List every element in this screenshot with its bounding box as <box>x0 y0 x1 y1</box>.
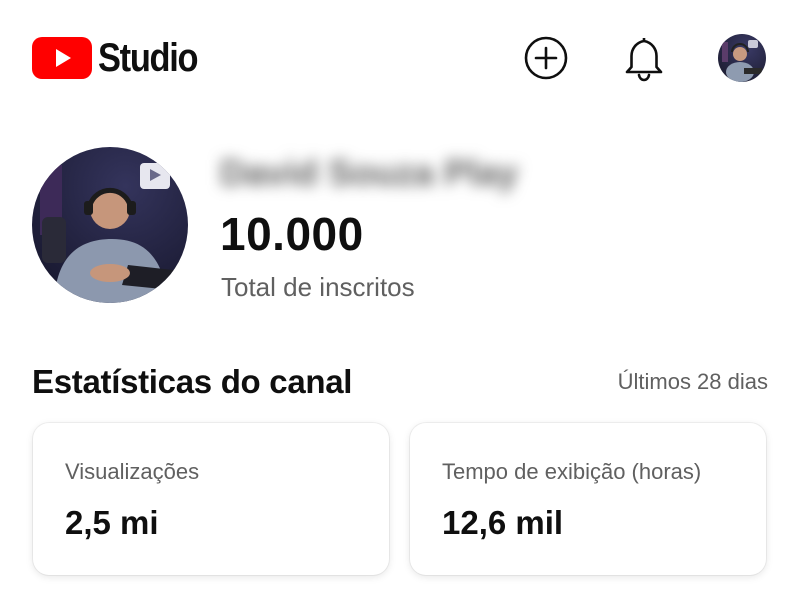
stat-card-label: Visualizações <box>65 459 200 484</box>
subscriber-label: Total de inscritos <box>221 272 415 302</box>
youtube-logo-icon <box>32 37 92 79</box>
subscriber-count: 10.000 <box>220 208 364 260</box>
channel-avatar[interactable] <box>32 147 188 303</box>
create-button[interactable] <box>522 34 570 82</box>
notifications-button[interactable] <box>620 34 668 82</box>
stat-card-value: 2,5 mi <box>65 504 159 541</box>
channel-stats-title: Estatísticas do canal <box>32 363 353 400</box>
bell-icon <box>625 37 663 82</box>
stat-card-value: 12,6 mil <box>442 504 564 541</box>
account-avatar-button[interactable] <box>718 34 766 82</box>
stats-period-label: Últimos 28 dias <box>617 369 768 394</box>
app-header: Studio <box>0 0 800 120</box>
views-stat-card[interactable]: Visualizações 2,5 mi <box>33 423 389 575</box>
studio-logo[interactable]: Studio <box>32 36 213 80</box>
channel-name: David Souza Play <box>220 152 519 193</box>
stat-card-label: Tempo de exibição (horas) <box>442 459 702 484</box>
add-circle-icon <box>524 36 568 80</box>
avatar <box>718 34 766 82</box>
studio-wordmark: Studio <box>98 36 199 80</box>
watch-time-stat-card[interactable]: Tempo de exibição (horas) 12,6 mil <box>410 423 766 575</box>
